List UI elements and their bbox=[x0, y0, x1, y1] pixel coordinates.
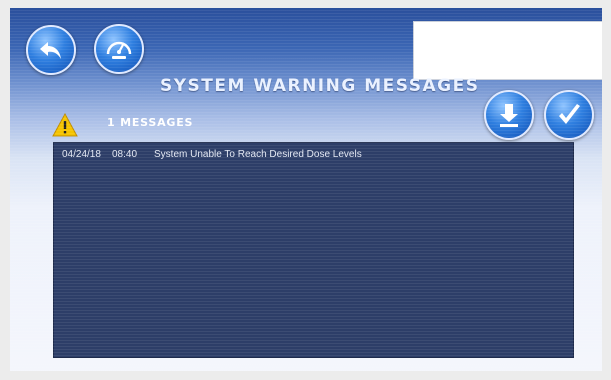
checkmark-icon bbox=[559, 104, 580, 124]
confirm-button[interactable] bbox=[544, 90, 594, 140]
download-button[interactable] bbox=[484, 90, 534, 140]
message-date: 04/24/18 bbox=[62, 149, 101, 160]
info-display-box bbox=[413, 21, 602, 80]
speedometer-icon bbox=[106, 41, 132, 59]
gauge-button[interactable] bbox=[94, 24, 144, 74]
back-button[interactable] bbox=[26, 25, 76, 75]
warning-icon bbox=[52, 113, 78, 137]
warning-screen: SYSTEM WARNING MESSAGES 1 MESSAGES 04/24… bbox=[10, 8, 602, 371]
messages-panel: 04/24/18 08:40 System Unable To Reach De… bbox=[53, 142, 574, 358]
page-title: SYSTEM WARNING MESSAGES bbox=[160, 76, 480, 96]
message-count: 1 MESSAGES bbox=[107, 116, 194, 129]
back-arrow-icon bbox=[40, 42, 61, 59]
message-time: 08:40 bbox=[112, 149, 138, 160]
message-text: System Unable To Reach Desired Dose Leve… bbox=[154, 149, 362, 160]
download-icon bbox=[500, 104, 518, 127]
message-row[interactable]: 04/24/18 08:40 System Unable To Reach De… bbox=[54, 143, 573, 160]
